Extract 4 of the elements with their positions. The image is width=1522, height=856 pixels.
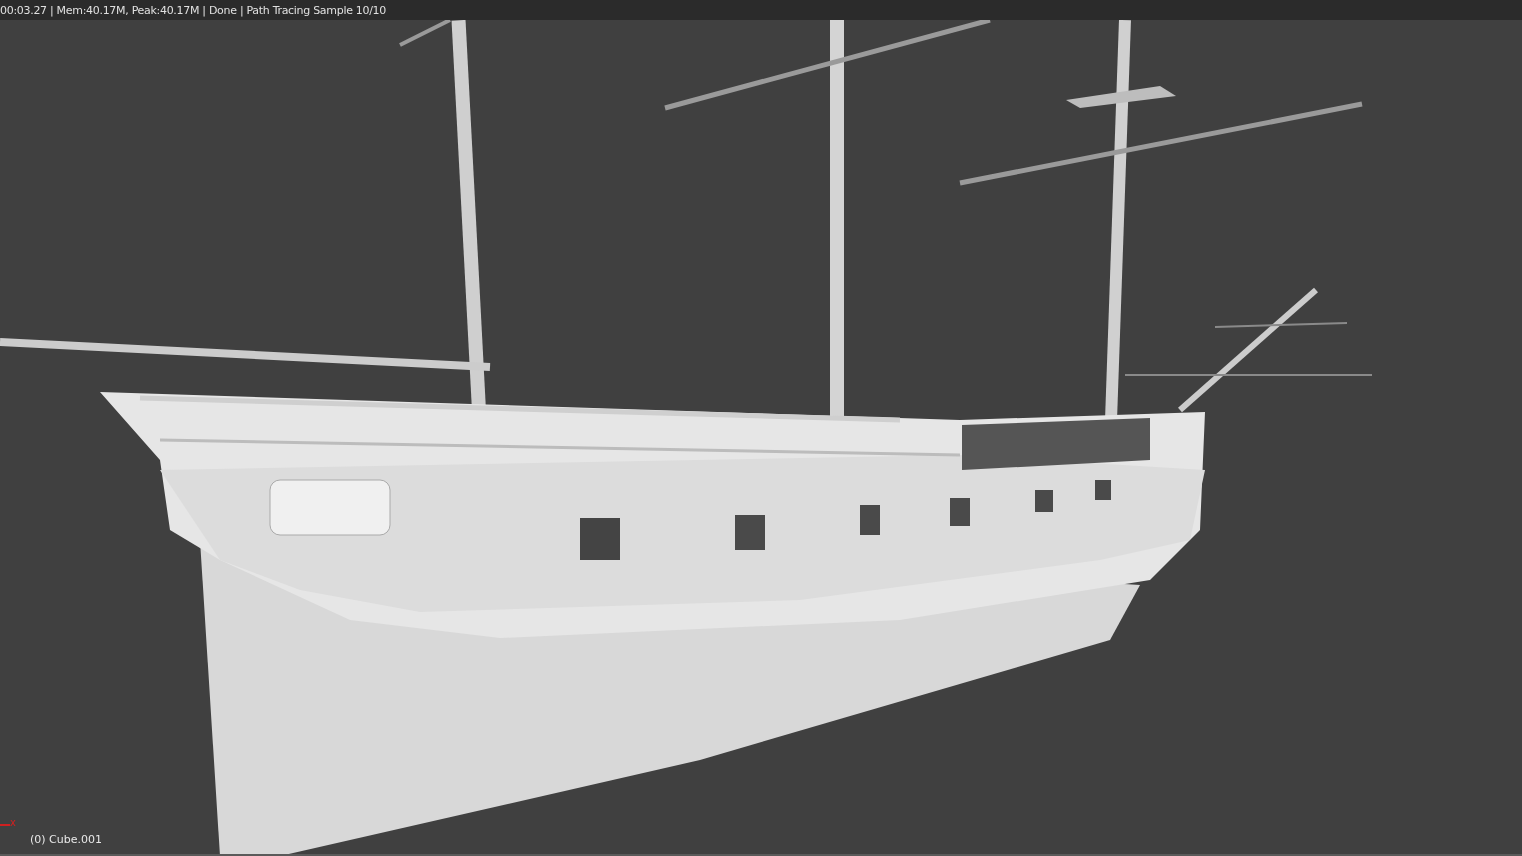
render-status-text: 00:03.27 | Mem:40.17M, Peak:40.17M | Done | Path Tracing Sample 10/10 [0, 3, 387, 17]
axis-line-icon [0, 822, 10, 828]
axis-label: x [10, 818, 16, 828]
object-name-text: (0) Cube.001 [30, 833, 102, 846]
